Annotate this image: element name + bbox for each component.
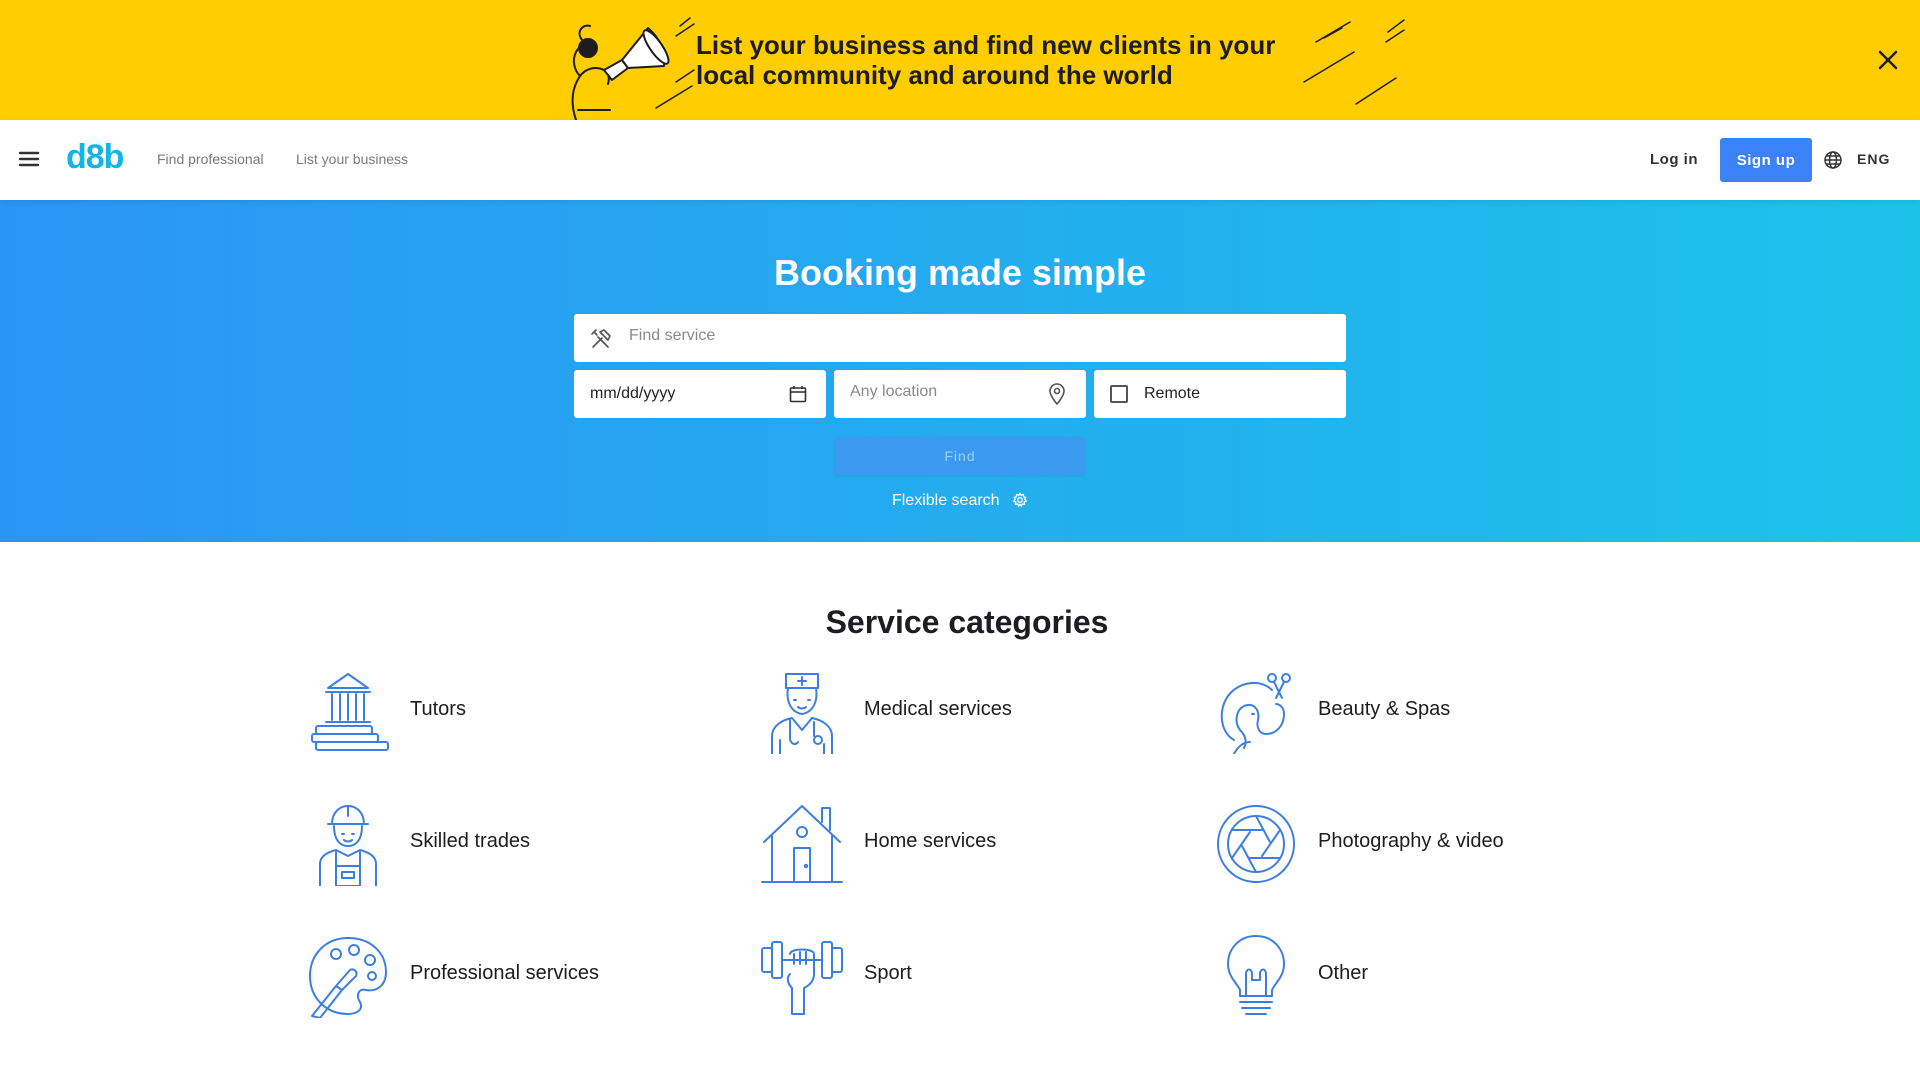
category-label: Professional services bbox=[410, 962, 599, 984]
category-other[interactable]: Other bbox=[1214, 926, 1634, 1022]
location-field[interactable] bbox=[834, 370, 1086, 418]
date-field[interactable]: mm/dd/yyyy bbox=[574, 370, 826, 418]
globe-icon[interactable] bbox=[1823, 150, 1843, 170]
palette-icon bbox=[309, 937, 387, 1018]
category-label: Home services bbox=[864, 830, 997, 852]
category-beauty-spas[interactable]: Beauty & Spas bbox=[1214, 662, 1634, 758]
remote-checkbox-field[interactable]: Remote bbox=[1094, 370, 1346, 418]
service-search-field[interactable] bbox=[574, 314, 1346, 362]
promo-banner: List your business and find new clients … bbox=[0, 0, 1920, 120]
categories-title: Service categories bbox=[825, 604, 1109, 640]
promo-text: List your business and find new clients … bbox=[696, 30, 1276, 90]
nav-find-professional[interactable]: Find professional bbox=[157, 151, 264, 167]
tools-icon bbox=[591, 329, 611, 348]
lightbulb-icon bbox=[1227, 935, 1285, 1015]
category-label: Photography & video bbox=[1318, 830, 1504, 852]
library-books-icon bbox=[311, 673, 389, 751]
category-label: Medical services bbox=[864, 698, 1012, 720]
category-label: Skilled trades bbox=[410, 830, 531, 852]
signup-button[interactable]: Sign up bbox=[1720, 138, 1812, 182]
remote-checkbox[interactable] bbox=[1110, 385, 1128, 403]
date-input[interactable]: mm/dd/yyyy bbox=[590, 385, 675, 403]
calendar-icon[interactable] bbox=[788, 384, 808, 404]
find-button[interactable]: Find bbox=[835, 437, 1085, 475]
category-photography-video[interactable]: Photography & video bbox=[1214, 794, 1634, 890]
top-header: d8b Find professional List your business… bbox=[0, 120, 1920, 200]
hero-search-section: Booking made simple mm/dd/yyyy bbox=[0, 200, 1920, 542]
nurse-icon bbox=[771, 673, 833, 754]
category-label: Sport bbox=[864, 962, 912, 984]
flexible-search-link[interactable]: Flexible search bbox=[0, 492, 1920, 510]
camera-aperture-icon bbox=[1217, 805, 1295, 883]
category-skilled-trades[interactable]: Skilled trades bbox=[306, 794, 726, 890]
gear-icon bbox=[1012, 492, 1028, 508]
category-sport[interactable]: Sport bbox=[760, 926, 1180, 1022]
motion-lines-left bbox=[655, 17, 695, 109]
language-selector[interactable]: ENG bbox=[1857, 151, 1890, 167]
close-icon[interactable] bbox=[1874, 46, 1902, 74]
remote-label: Remote bbox=[1144, 385, 1201, 402]
location-pin-icon bbox=[1049, 383, 1065, 406]
motion-lines-right bbox=[1303, 19, 1405, 105]
location-input[interactable] bbox=[850, 383, 1040, 401]
category-label: Beauty & Spas bbox=[1318, 698, 1451, 720]
flexible-search-label: Flexible search bbox=[891, 492, 1000, 509]
hairdresser-icon bbox=[1220, 673, 1291, 754]
builder-icon bbox=[319, 805, 377, 886]
nav-list-business[interactable]: List your business bbox=[296, 151, 408, 167]
category-label: Tutors bbox=[410, 698, 466, 720]
category-tutors[interactable]: Tutors bbox=[306, 662, 726, 758]
dumbbell-icon bbox=[761, 941, 843, 1015]
hero-title: Booking made simple bbox=[773, 252, 1147, 293]
category-medical-services[interactable]: Medical services bbox=[760, 662, 1180, 758]
login-link[interactable]: Log in bbox=[1650, 151, 1698, 168]
category-label: Other bbox=[1318, 962, 1369, 984]
house-icon bbox=[761, 805, 843, 883]
category-professional-services[interactable]: Professional services bbox=[306, 926, 726, 1022]
hamburger-menu-icon[interactable] bbox=[18, 148, 40, 170]
brand-logo[interactable]: d8b bbox=[66, 138, 124, 177]
category-home-services[interactable]: Home services bbox=[760, 794, 1180, 890]
service-input[interactable] bbox=[629, 327, 1319, 345]
